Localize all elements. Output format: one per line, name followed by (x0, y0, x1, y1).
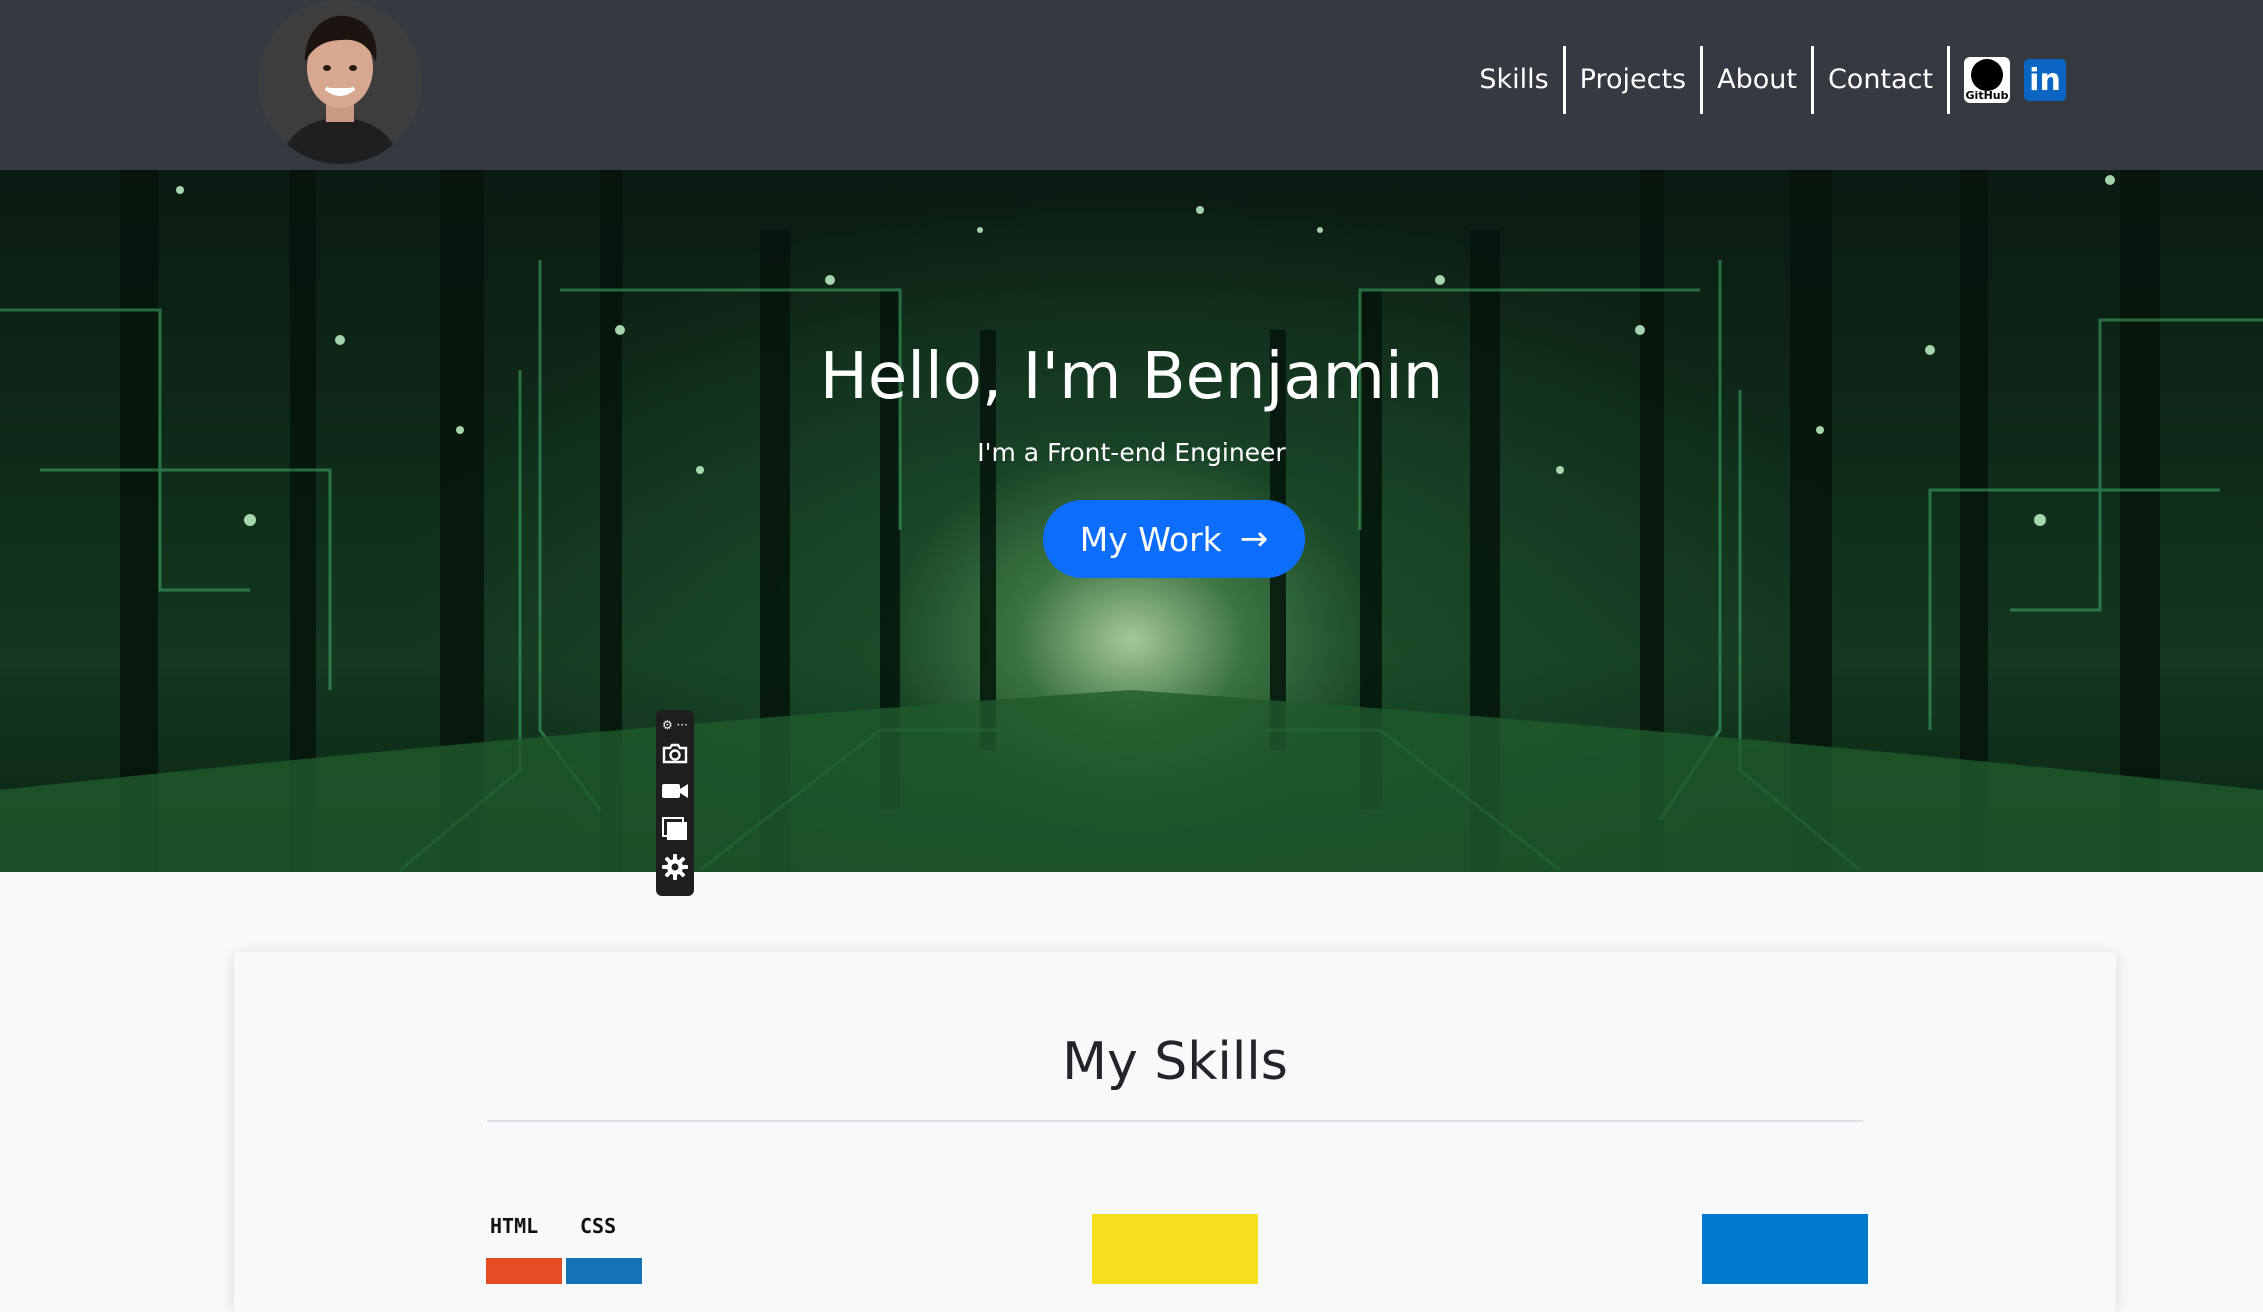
css3-shield-icon (566, 1258, 642, 1284)
github-octocat-shape (1971, 59, 2003, 91)
nav-link-projects[interactable]: Projects (1566, 46, 1700, 114)
video-icon[interactable] (658, 772, 692, 810)
top-navbar: Skills Projects About Contact GitHub in (0, 0, 2263, 170)
hero-subtitle: I'm a Front-end Engineer (977, 438, 1286, 467)
skills-divider (487, 1120, 1863, 1122)
camera-icon[interactable] (658, 734, 692, 772)
hero-section: Hello, I'm Benjamin I'm a Front-end Engi… (0, 170, 2263, 872)
my-work-button-label: My Work (1079, 519, 1222, 559)
skills-title: My Skills (1062, 1032, 1288, 1092)
css-label: CSS (580, 1214, 617, 1238)
toolbar-menu-icon[interactable]: ⚙ ··· (662, 716, 688, 734)
gear-icon[interactable] (658, 848, 692, 886)
social-links: GitHub in (1950, 57, 2066, 103)
html-label: HTML (490, 1214, 539, 1238)
arrow-right-icon: → (1239, 519, 1269, 559)
window-icon[interactable] (658, 810, 692, 848)
nav-link-skills[interactable]: Skills (1465, 46, 1562, 114)
nav-links: Skills Projects About Contact GitHub in (1465, 46, 2263, 114)
my-work-button[interactable]: My Work → (1043, 500, 1305, 578)
github-label: GitHub (1965, 89, 2009, 102)
typescript-logo (1702, 1214, 1868, 1284)
html5-shield-icon (486, 1258, 562, 1284)
avatar-portrait (258, 0, 422, 164)
nav-link-about[interactable]: About (1703, 46, 1811, 114)
hero-title: Hello, I'm Benjamin (819, 340, 1444, 414)
skills-section: My Skills HTML CSS (234, 952, 2116, 1312)
html-css-logo: HTML CSS (486, 1214, 646, 1284)
linkedin-icon[interactable]: in (2024, 59, 2066, 101)
nav-link-contact[interactable]: Contact (1814, 46, 1947, 114)
github-icon[interactable]: GitHub (1964, 57, 2010, 103)
profile-avatar[interactable] (258, 0, 422, 164)
floating-capture-toolbar: ⚙ ··· (656, 710, 694, 896)
javascript-logo (1092, 1214, 1258, 1284)
